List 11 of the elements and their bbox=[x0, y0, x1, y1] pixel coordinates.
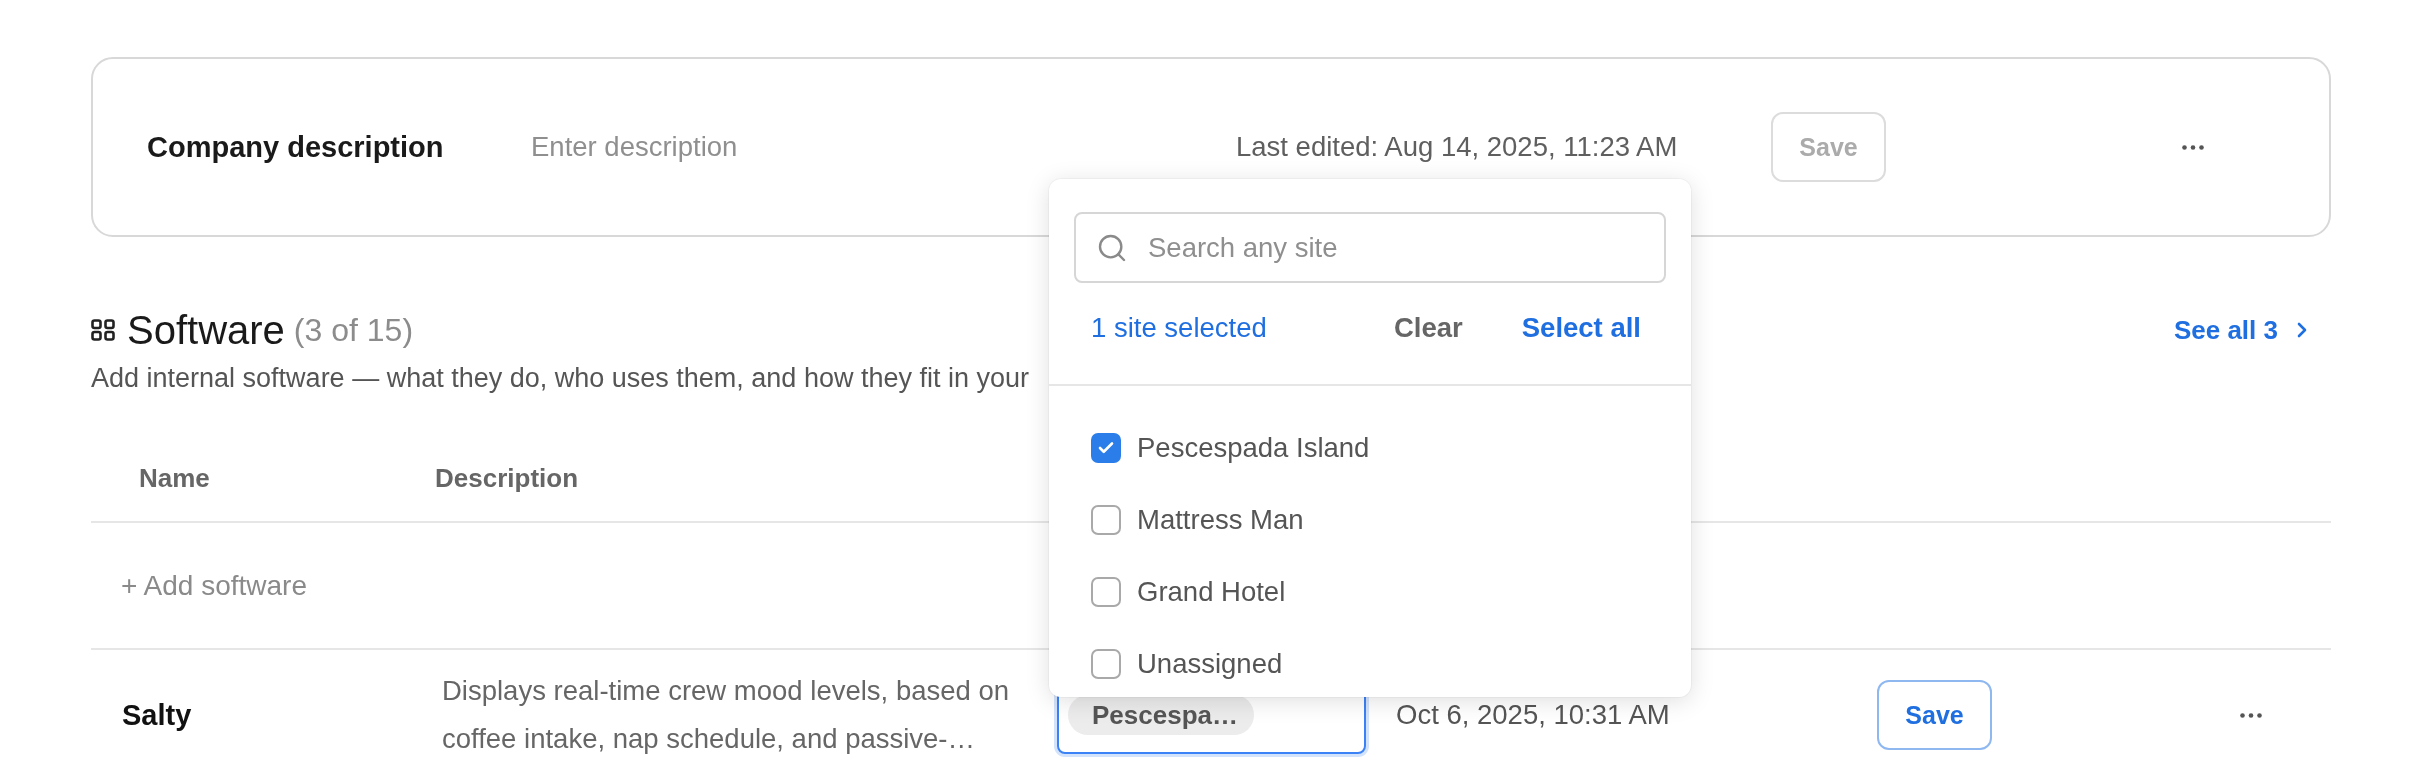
description-text: Displays real-time crew mood levels, based on coffee intake, nap schedule, and passive-… bbox=[442, 674, 1011, 756]
column-header: Description bbox=[435, 462, 579, 494]
last-edited-text: Last edited: Aug 14, 2025, 11:23 AM bbox=[1236, 131, 1679, 163]
site-tag: Pescespa… bbox=[1068, 695, 1254, 735]
software-name: Salty bbox=[122, 698, 192, 732]
section-description: Add internal software — what they do, who uses them, and how they fit in your bbox=[91, 362, 1029, 394]
section-label: Company description bbox=[147, 130, 445, 164]
date-text: Oct 6, 2025, 10:31 AM bbox=[1396, 699, 1670, 731]
section-title: Software bbox=[127, 307, 285, 353]
item-count: (3 of 15) bbox=[293, 311, 414, 349]
column-header: Name bbox=[139, 462, 210, 494]
